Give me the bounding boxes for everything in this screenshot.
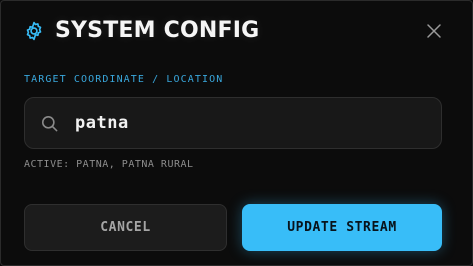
gear-icon — [26, 21, 42, 41]
active-locations-text: ACTIVE: PATNA, PATNA RURAL — [24, 159, 194, 170]
search-input[interactable] — [75, 98, 435, 148]
dialog-title: SYSTEM CONFIG — [55, 18, 260, 43]
system-config-dialog: SYSTEM CONFIG TARGET COORDINATE / LOCATI… — [0, 0, 473, 266]
update-stream-button[interactable]: UPDATE STREAM — [242, 204, 442, 251]
close-icon — [427, 24, 441, 38]
search-field[interactable] — [24, 97, 442, 149]
close-button[interactable] — [420, 17, 448, 45]
location-field-label: TARGET COORDINATE / LOCATION — [24, 74, 224, 85]
cancel-button[interactable]: CANCEL — [24, 204, 227, 251]
dialog-header: SYSTEM CONFIG — [23, 13, 259, 49]
search-icon — [41, 115, 58, 132]
